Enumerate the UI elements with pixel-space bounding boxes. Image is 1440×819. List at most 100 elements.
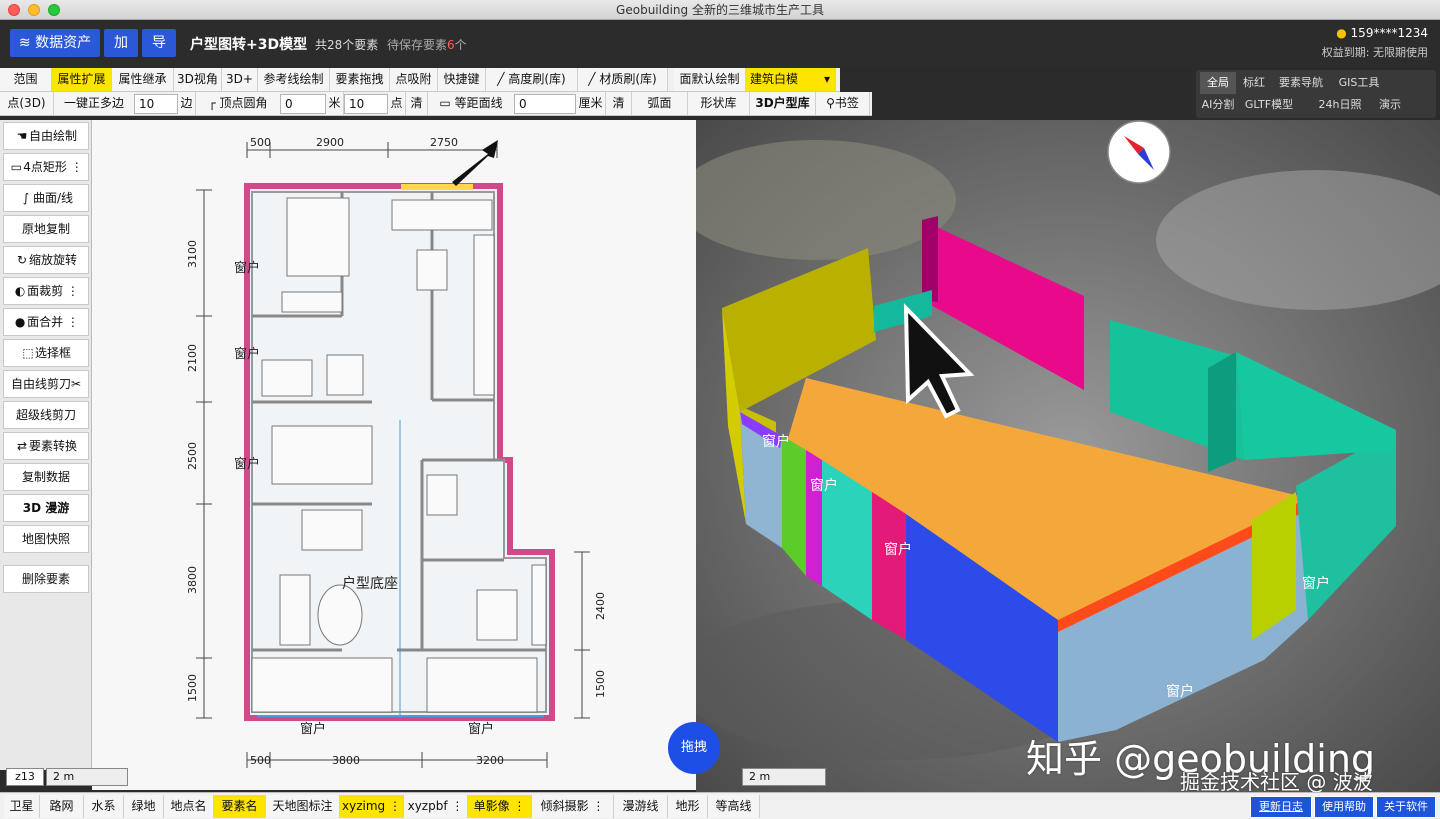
window-title: Geobuilding 全新的三维城市生产工具 bbox=[616, 3, 824, 17]
layer-place-name[interactable]: 地点名 bbox=[164, 795, 214, 818]
dim-bottom-2: 3200 bbox=[476, 754, 504, 767]
clear-equidistant-button[interactable]: 清 bbox=[606, 92, 632, 115]
more-icon[interactable]: ⋮ bbox=[451, 799, 463, 813]
project-title: 户型图转+3D模型 bbox=[190, 37, 308, 53]
layer-contour[interactable]: 等高线 bbox=[708, 795, 760, 818]
tool-arc[interactable]: 弧面 bbox=[632, 92, 688, 115]
layer-roam-line[interactable]: 漫游线 bbox=[614, 795, 668, 818]
element-count: 共28个要素 bbox=[315, 38, 379, 52]
corner-radius-input[interactable]: 0 bbox=[280, 94, 326, 114]
layer-water[interactable]: 水系 bbox=[84, 795, 124, 818]
tool-4pt-rect[interactable]: ▭4点矩形 ⋮ bbox=[3, 153, 89, 181]
about-button[interactable]: 关于软件 bbox=[1376, 796, 1436, 818]
dim-right-1: 1500 bbox=[594, 670, 607, 698]
tab-gltf-model[interactable]: GLTF模型 bbox=[1236, 94, 1302, 116]
import-button[interactable]: 导 bbox=[142, 29, 176, 57]
more-icon[interactable]: ⋮ bbox=[71, 160, 83, 174]
tool-curve[interactable]: ∫ 曲面/线 bbox=[3, 184, 89, 212]
more-icon[interactable]: ⋮ bbox=[389, 799, 401, 813]
tool-super-line-scissors[interactable]: 超级线剪刀 bbox=[3, 401, 89, 429]
tab-gis-tools[interactable]: GIS工具 bbox=[1330, 72, 1388, 94]
room-label: 户型底座 bbox=[342, 575, 398, 592]
tool-face-clip[interactable]: ◐ 面裁剪 ⋮ bbox=[3, 277, 89, 305]
tool-attr-inherit[interactable]: 属性继承 bbox=[112, 68, 174, 91]
dim-bottom-1: 3800 bbox=[332, 754, 360, 767]
tab-demo[interactable]: 演示 bbox=[1372, 94, 1408, 116]
tool-attr-extend[interactable]: 属性扩展 bbox=[52, 68, 112, 91]
tool-3d-roam[interactable]: 3D 漫游 bbox=[3, 494, 89, 522]
compass-icon[interactable] bbox=[1107, 120, 1171, 184]
layer-satellite[interactable]: 卫星 bbox=[4, 795, 40, 818]
tool-delete-element[interactable]: 删除要素 bbox=[3, 565, 89, 593]
close-window-button[interactable] bbox=[8, 4, 20, 16]
layers-icon: ≋ bbox=[18, 35, 36, 51]
tool-copy-in-place[interactable]: 原地复制 bbox=[3, 215, 89, 243]
more-icon[interactable]: ⋮ bbox=[67, 284, 79, 298]
layer-single-image[interactable]: 单影像 ⋮ bbox=[468, 795, 532, 818]
tool-map-snapshot[interactable]: 地图快照 bbox=[3, 525, 89, 553]
dim-left-3: 3800 bbox=[186, 566, 199, 594]
zoom-window-button[interactable] bbox=[48, 4, 60, 16]
more-icon[interactable]: ⋮ bbox=[592, 799, 604, 813]
tool-equidistant[interactable]: ▭ 等距面线 bbox=[428, 92, 514, 115]
minimize-window-button[interactable] bbox=[28, 4, 40, 16]
tool-point-snap[interactable]: 点吸附 bbox=[390, 68, 438, 91]
layer-xyzpbf[interactable]: xyzpbf ⋮ bbox=[404, 795, 468, 818]
polygon-sides-input[interactable]: 10 bbox=[134, 94, 178, 114]
changelog-button[interactable]: 更新日志 bbox=[1250, 796, 1312, 818]
tool-height-brush[interactable]: ╱ 高度刷(库) bbox=[486, 68, 578, 91]
tab-ai-segment[interactable]: AI分割 bbox=[1200, 94, 1236, 116]
tab-global[interactable]: 全局 bbox=[1200, 72, 1236, 94]
equidistant-input[interactable]: 0 bbox=[514, 94, 576, 114]
tool-3d-plus[interactable]: 3D+ bbox=[222, 68, 258, 91]
highlighted-wall-segment[interactable] bbox=[401, 184, 473, 190]
pending-save: 待保存要素6个 bbox=[387, 38, 467, 52]
tool-regular-polygon[interactable]: 一键正多边 bbox=[54, 92, 134, 115]
data-assets-button[interactable]: ≋ 数据资产 bbox=[10, 29, 100, 57]
tab-mark-red[interactable]: 标红 bbox=[1236, 72, 1272, 94]
tool-free-draw[interactable]: ☚ 自由绘制 bbox=[3, 122, 89, 150]
layer-terrain[interactable]: 地形 bbox=[668, 795, 708, 818]
tool-material-brush[interactable]: ╱ 材质刷(库) bbox=[578, 68, 668, 91]
tool-default-draw[interactable]: 面默认绘制 bbox=[674, 68, 746, 91]
tool-element-drag[interactable]: 要素拖拽 bbox=[330, 68, 390, 91]
layer-oblique-photo[interactable]: 倾斜摄影 ⋮ bbox=[532, 795, 614, 818]
drag-button[interactable]: 拖拽 bbox=[668, 722, 720, 774]
layer-tianditu-label[interactable]: 天地图标注 bbox=[266, 795, 340, 818]
help-button[interactable]: 使用帮助 bbox=[1314, 796, 1374, 818]
tool-scale-rotate[interactable]: ↻ 缩放旋转 bbox=[3, 246, 89, 274]
tool-free-line-scissors[interactable]: 自由线剪刀✂ bbox=[3, 370, 89, 398]
user-account[interactable]: ● 159****1234 bbox=[1336, 26, 1428, 40]
brush-icon: ╱ bbox=[588, 72, 600, 86]
3d-viewport[interactable]: 窗户 窗户 窗户 窗户 窗户 bbox=[696, 120, 1440, 792]
clear-corner-button[interactable]: 清 bbox=[406, 92, 428, 115]
tool-copy-data[interactable]: 复制数据 bbox=[3, 463, 89, 491]
3d-scene: 窗户 窗户 窗户 窗户 窗户 bbox=[696, 120, 1440, 792]
tool-point-3d[interactable]: 点(3D) bbox=[0, 92, 54, 115]
title-bar: Geobuilding 全新的三维城市生产工具 bbox=[0, 0, 1440, 20]
tool-face-merge[interactable]: ● 面合并 ⋮ bbox=[3, 308, 89, 336]
tool-3d-view[interactable]: 3D视角 bbox=[174, 68, 222, 91]
layer-xyzimg[interactable]: xyzimg ⋮ bbox=[340, 795, 404, 818]
tool-select-box[interactable]: ⬚选择框 bbox=[3, 339, 89, 367]
dim-right-0: 2400 bbox=[594, 592, 607, 620]
tab-element-nav[interactable]: 要素导航 bbox=[1272, 72, 1330, 94]
layer-green[interactable]: 绿地 bbox=[124, 795, 164, 818]
floorplan-canvas[interactable]: 500 2900 2750 500 3800 3200 3100 2100 25… bbox=[92, 120, 696, 790]
layer-element-name[interactable]: 要素名 bbox=[214, 795, 266, 818]
tool-shortcuts[interactable]: 快捷键 bbox=[438, 68, 486, 91]
layer-road[interactable]: 路网 bbox=[40, 795, 84, 818]
tool-bookmark[interactable]: ⚲书签 bbox=[816, 92, 870, 115]
tool-range[interactable]: 范围 bbox=[0, 68, 52, 91]
more-icon[interactable]: ⋮ bbox=[513, 799, 525, 813]
tab-24h-sunlight[interactable]: 24h日照 bbox=[1312, 94, 1368, 116]
tool-shape-library[interactable]: 形状库 bbox=[688, 92, 750, 115]
building-type-select[interactable]: 建筑白模 ▾ bbox=[746, 68, 836, 91]
tool-reference-line[interactable]: 参考线绘制 bbox=[258, 68, 330, 91]
tool-corner-round[interactable]: ┌ 顶点圆角 bbox=[196, 92, 280, 115]
add-button[interactable]: 加 bbox=[104, 29, 138, 57]
tool-element-convert[interactable]: ⇄ 要素转换 bbox=[3, 432, 89, 460]
tool-3d-house-library[interactable]: 3D户型库 bbox=[750, 92, 816, 115]
corner-points-input[interactable]: 10 bbox=[344, 94, 388, 114]
more-icon[interactable]: ⋮ bbox=[67, 315, 79, 329]
